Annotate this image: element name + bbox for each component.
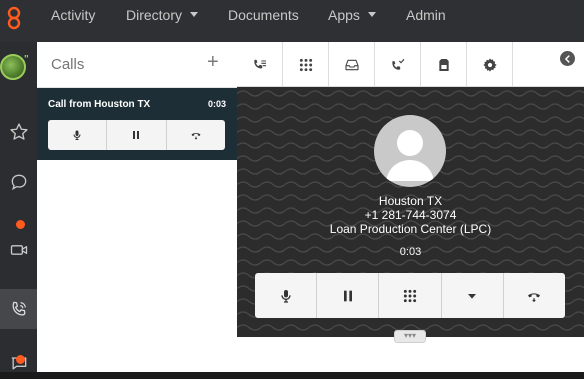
more-options-button[interactable] (442, 273, 504, 318)
call-duration: 0:03 (399, 246, 422, 258)
dialpad-icon (299, 58, 312, 71)
dialpad-icon (403, 289, 417, 302)
messages-notification-badge (16, 355, 25, 364)
add-call-button[interactable]: + (207, 52, 219, 72)
microphone-icon (280, 289, 291, 303)
user-avatar[interactable] (0, 54, 26, 80)
window-bottom-edge (0, 372, 584, 379)
rail-item-calls[interactable] (0, 289, 37, 329)
call-forward-button[interactable] (375, 42, 421, 87)
caller-avatar (374, 115, 446, 187)
collapse-panel-button[interactable] (560, 51, 575, 66)
chevron-left-icon (564, 54, 570, 63)
hold-button[interactable] (317, 273, 380, 318)
call-history-button[interactable] (237, 42, 283, 87)
caller-location: Houston TX (378, 194, 443, 208)
inbox-icon (344, 59, 359, 70)
call-controls (255, 273, 565, 318)
active-call-card[interactable]: Call from Houston TX 0:03 (37, 88, 237, 160)
voicemail-inbox-button[interactable] (329, 42, 375, 87)
chat-notification-badge (16, 220, 25, 229)
caller-number: +1 281-744-3074 (364, 208, 457, 222)
call-card-controls (48, 120, 225, 150)
nav-documents[interactable]: Documents (228, 7, 299, 23)
hangup-icon (528, 292, 541, 302)
rail-item-favorites[interactable] (0, 112, 37, 152)
rail-item-video[interactable] (0, 230, 37, 270)
presence-indicator: " (24, 54, 29, 65)
caret-down-icon (468, 293, 477, 299)
chat-icon (11, 174, 26, 191)
user-silhouette-icon (386, 130, 434, 181)
nav-admin[interactable]: Admin (406, 7, 446, 23)
left-rail: " (0, 42, 37, 379)
app-logo-icon[interactable] (6, 6, 22, 30)
rail-item-chat[interactable] (0, 162, 37, 202)
call-card-duration: 0:03 (208, 99, 227, 109)
nav-activity[interactable]: Activity (51, 7, 95, 23)
keypad-button[interactable] (379, 273, 442, 318)
settings-button[interactable] (467, 42, 513, 87)
card-hold-button[interactable] (107, 120, 167, 150)
phone-check-icon (391, 58, 404, 70)
card-hangup-button[interactable] (167, 120, 225, 150)
microphone-icon (73, 130, 81, 140)
calls-header: Calls + (37, 42, 237, 88)
sim-settings-button[interactable] (421, 42, 467, 87)
dialpad-button[interactable] (283, 42, 329, 87)
nav-apps[interactable]: Apps (328, 7, 376, 23)
nav-directory-label: Directory (126, 7, 183, 23)
call-list-icon (253, 59, 266, 68)
chevron-down-icon (190, 11, 199, 17)
calls-panel: Calls + Call from Houston TX 0:03 (37, 42, 237, 372)
gear-icon (482, 57, 497, 72)
active-call-stage: Houston TX +1 281-744-3074 Loan Producti… (237, 87, 584, 337)
top-nav-bar: Activity Directory Documents Apps Admin (0, 0, 584, 42)
call-toolbar (237, 42, 584, 87)
calls-title: Calls (51, 56, 85, 73)
expand-handle[interactable]: ▾▾▾ (394, 330, 426, 343)
video-icon (10, 245, 27, 255)
mute-button[interactable] (255, 273, 318, 318)
call-main-area: Houston TX +1 281-744-3074 Loan Producti… (237, 42, 584, 372)
call-card-name: Call from Houston TX (48, 99, 151, 110)
hangup-button[interactable] (504, 273, 565, 318)
nav-directory[interactable]: Directory (126, 7, 199, 23)
pause-icon (133, 131, 140, 139)
chevron-down-icon (367, 11, 376, 17)
phone-ringing-icon (12, 301, 26, 316)
hangup-icon (191, 133, 201, 140)
nav-apps-label: Apps (328, 7, 360, 23)
star-icon (9, 123, 28, 140)
card-mute-button[interactable] (48, 120, 108, 150)
pause-icon (343, 290, 352, 301)
caller-department: Loan Production Center (LPC) (329, 222, 492, 236)
sim-card-icon (438, 58, 449, 71)
